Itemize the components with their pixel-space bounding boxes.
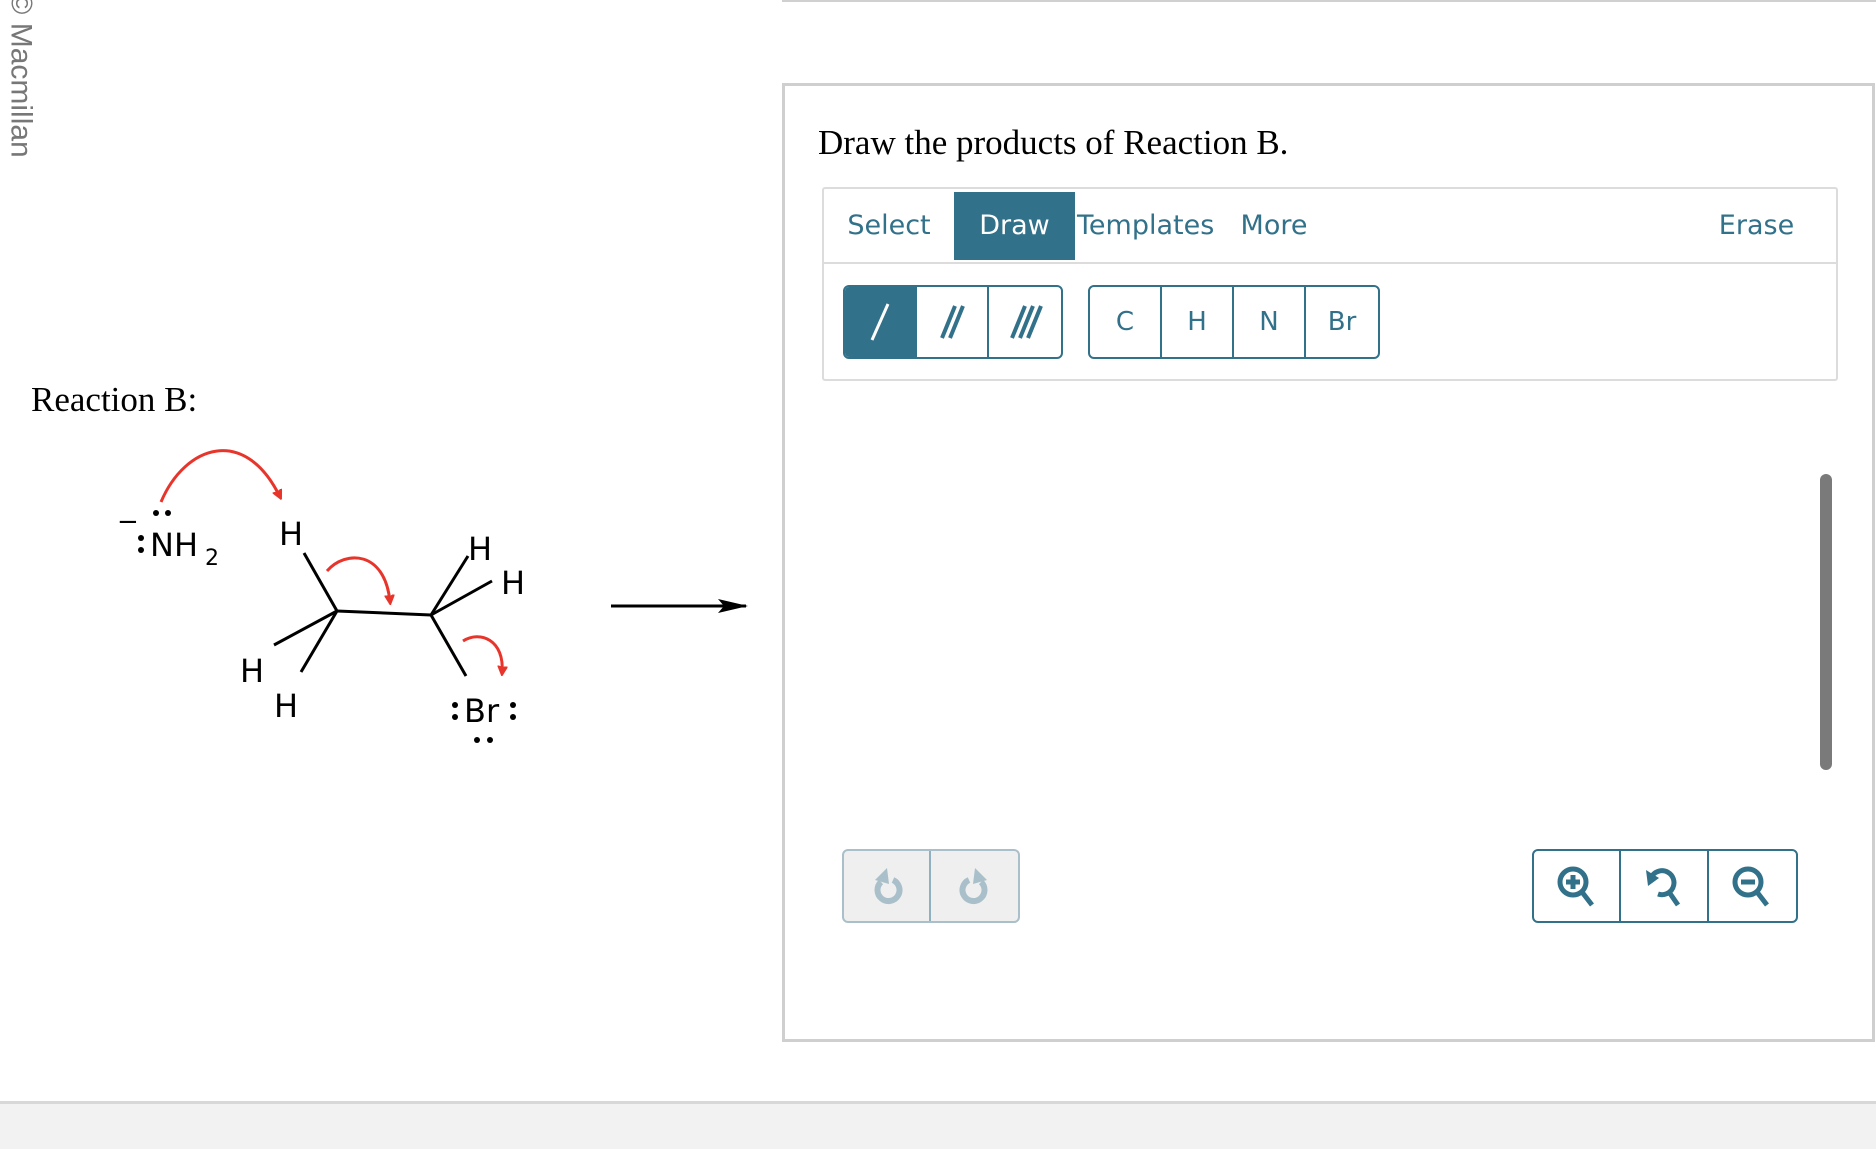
- h-top-right: H: [468, 530, 492, 568]
- zoom-in-icon: [1557, 866, 1594, 907]
- atom-h-button[interactable]: H: [1162, 287, 1234, 357]
- tab-more[interactable]: More: [1224, 192, 1324, 260]
- tab-draw[interactable]: Draw: [954, 192, 1075, 260]
- zoom-reset-button[interactable]: [1621, 851, 1709, 921]
- nh2-atom: NH: [150, 526, 198, 564]
- h-right: H: [501, 564, 525, 602]
- divider: [782, 0, 1876, 2]
- h-left: H: [240, 652, 264, 690]
- triple-bond-button[interactable]: [989, 287, 1061, 357]
- zoom-in-button[interactable]: [1534, 851, 1622, 921]
- curved-arrow-cbr-to-br: [462, 635, 502, 673]
- atom-c-button[interactable]: C: [1090, 287, 1162, 357]
- tab-templates[interactable]: Templates: [1077, 192, 1214, 260]
- zoom-reset-icon: [1646, 868, 1681, 907]
- charge-minus: −: [117, 507, 139, 537]
- triple-bond-icon: [1010, 305, 1043, 339]
- undo-button[interactable]: [844, 851, 931, 921]
- question-title: Draw the products of Reaction B.: [818, 123, 1289, 162]
- zoom-controls: [1532, 849, 1798, 923]
- redo-icon: [959, 868, 987, 905]
- curved-arrow-ch-to-cc: [325, 556, 390, 602]
- atom-n-button[interactable]: N: [1234, 287, 1306, 357]
- redo-button[interactable]: [931, 851, 1018, 921]
- atom-tools: C H N Br: [1088, 285, 1380, 359]
- nh2-subscript: 2: [205, 546, 219, 571]
- atom-br-button[interactable]: Br: [1306, 287, 1378, 357]
- undo-icon: [874, 868, 902, 905]
- erase-button[interactable]: Erase: [1704, 192, 1809, 260]
- tab-row: Select Draw Templates More Erase: [824, 189, 1836, 264]
- zoom-out-icon: [1732, 866, 1770, 907]
- canvas-scrollbar[interactable]: [1820, 474, 1832, 770]
- page-footer: [0, 1101, 1876, 1149]
- history-controls: [842, 849, 1020, 923]
- h-top-left: H: [279, 515, 303, 553]
- bond-tools: [843, 285, 1063, 359]
- double-bond-button[interactable]: [917, 287, 989, 357]
- curved-arrow-nh2-to-h: [159, 449, 280, 503]
- bonds: [273, 552, 493, 677]
- single-bond-icon: [870, 303, 890, 341]
- zoom-out-button[interactable]: [1709, 851, 1796, 921]
- double-bond-icon: [940, 305, 965, 339]
- reaction-scheme: − NH 2 H H H H H Br: [117, 449, 748, 743]
- tab-select[interactable]: Select: [824, 192, 954, 260]
- single-bond-button[interactable]: [845, 287, 917, 357]
- sketcher-toolbar: Select Draw Templates More Erase C H N B…: [822, 187, 1838, 381]
- br-atom: Br: [464, 692, 500, 730]
- h-bottom: H: [274, 687, 298, 725]
